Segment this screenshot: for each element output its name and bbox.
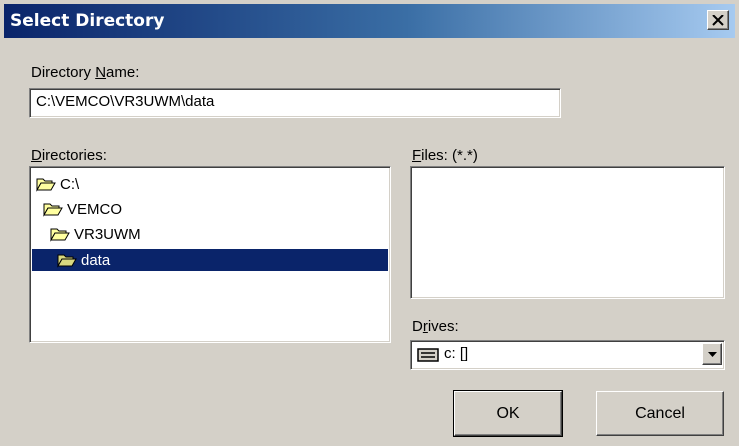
open-folder-icon	[43, 203, 63, 217]
drives-label-prefix: D	[412, 318, 423, 335]
chevron-down-icon	[707, 351, 717, 357]
directories-label-accel: D	[31, 147, 42, 164]
directory-item-label: data	[81, 251, 111, 269]
files-list[interactable]	[410, 166, 725, 299]
directory-item-label: VEMCO	[67, 200, 123, 218]
directories-list[interactable]: C:\ VEMCO VR3UWM data	[29, 166, 391, 343]
select-directory-dialog: Select Directory Directory Name: C:\VEMC…	[0, 0, 739, 446]
directory-item-c-root[interactable]: C:\	[36, 173, 82, 195]
directory-name-label-prefix: Directory	[31, 64, 96, 81]
open-folder-icon	[36, 178, 56, 192]
directory-item-data[interactable]: data	[32, 249, 388, 271]
directory-name-label-accel: N	[95, 64, 107, 81]
open-folder-icon	[50, 228, 70, 242]
ok-button[interactable]: OK	[453, 390, 563, 437]
close-icon	[712, 14, 724, 26]
cancel-button[interactable]: Cancel	[596, 391, 724, 436]
directory-name-label-suffix: ame:	[106, 64, 140, 81]
title-bar[interactable]: Select Directory	[4, 4, 735, 38]
window-title: Select Directory	[10, 11, 165, 31]
directory-name-field[interactable]: C:\VEMCO\VR3UWM\data	[29, 88, 561, 118]
drives-label-suffix: ives:	[427, 318, 459, 335]
directories-label: Directories:	[31, 147, 107, 164]
directory-name-label: Directory Name:	[31, 64, 139, 81]
directory-item-vemco[interactable]: VEMCO	[43, 198, 125, 220]
close-button[interactable]	[707, 10, 729, 30]
directories-label-suffix: irectories:	[41, 147, 107, 164]
directory-item-label: VR3UWM	[74, 225, 141, 243]
files-label-accel: F	[412, 147, 422, 164]
drives-label: Drives:	[412, 318, 459, 335]
drives-dropdown-button[interactable]	[702, 343, 722, 365]
directory-name-value: C:\VEMCO\VR3UWM\data	[36, 93, 215, 110]
directory-item-label: C:\	[60, 175, 80, 193]
files-label: Files: (*.*)	[412, 147, 478, 164]
drive-icon	[417, 348, 439, 362]
drives-select[interactable]: c: []	[410, 340, 725, 370]
drives-value: c: []	[444, 345, 469, 362]
directory-item-vr3uwm[interactable]: VR3UWM	[50, 223, 144, 245]
files-label-suffix: iles: (*.*)	[421, 147, 478, 164]
open-folder-icon	[57, 254, 77, 268]
